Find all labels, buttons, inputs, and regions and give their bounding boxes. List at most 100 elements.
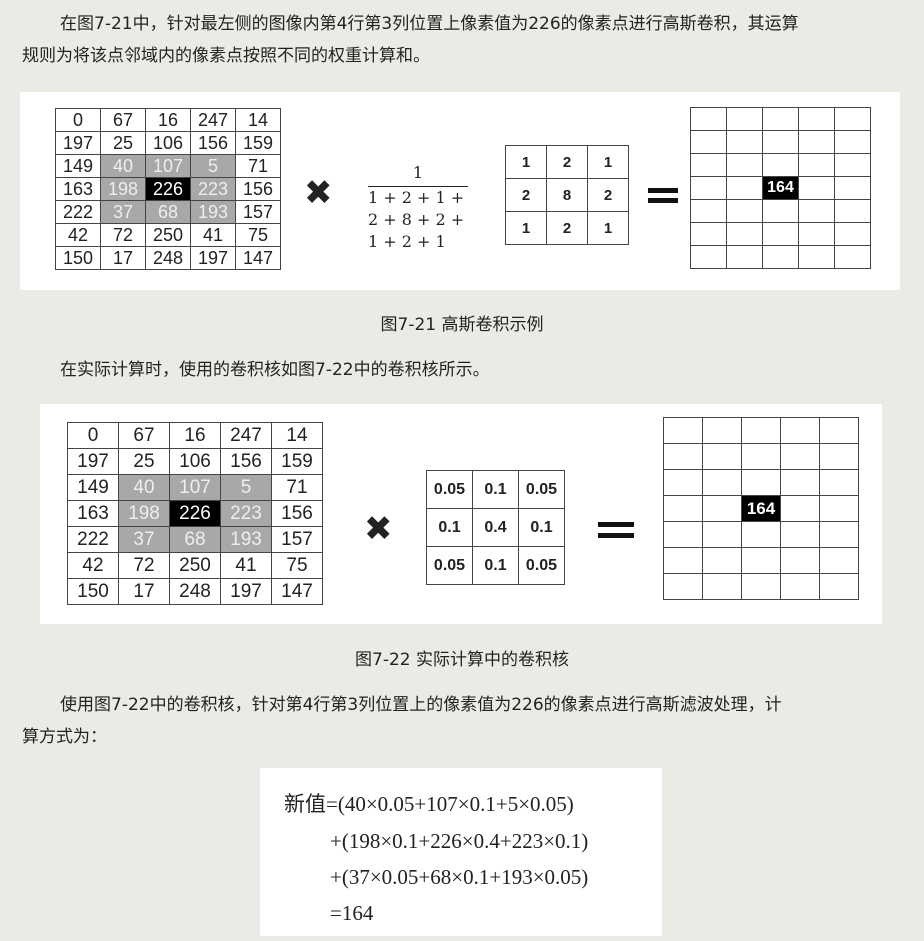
matrix-cell: 156 <box>190 131 236 155</box>
matrix-cell: 250 <box>169 552 221 579</box>
matrix-cell <box>762 245 799 269</box>
figure-1: 0 67 16 247 14 197 25 106 156 159 149 40 107 5 71 163 19… <box>20 92 900 290</box>
output-matrix: 164 <box>663 417 859 600</box>
matrix-cell <box>834 199 871 223</box>
matrix-cell <box>762 107 799 131</box>
fraction-denominator-1: 1 + 2 + 1 + <box>368 188 465 207</box>
matrix-cell <box>702 495 742 522</box>
matrix-row: 282 <box>505 178 629 212</box>
matrix-row: 121 <box>505 145 629 179</box>
matrix-cell <box>780 495 820 522</box>
matrix-cell <box>741 547 781 574</box>
matrix-row: 149 40 107 5 71 <box>55 154 281 178</box>
matrix-cell: 147 <box>271 578 323 605</box>
matrix-row <box>690 245 871 269</box>
matrix-cell: 25 <box>100 131 146 155</box>
matrix-cell <box>663 417 703 444</box>
matrix-cell: 197 <box>55 131 101 155</box>
matrix-cell <box>702 417 742 444</box>
matrix-cell: 41 <box>220 552 272 579</box>
equals-bar-bottom <box>648 198 678 203</box>
matrix-cell: 5 <box>190 154 236 178</box>
matrix-cell: 159 <box>235 131 281 155</box>
matrix-row: 0 67 16 247 14 <box>55 108 281 132</box>
matrix-cell <box>690 199 727 223</box>
matrix-cell: 107 <box>169 474 221 501</box>
matrix-cell: 0 <box>55 108 101 132</box>
matrix-cell: 222 <box>67 526 119 553</box>
formula-line-3: +(37×0.05+68×0.1+193×0.05) <box>330 865 589 889</box>
multiply-icon: ✖ <box>304 173 333 213</box>
normalization-fraction: 1 1 + 2 + 1 + 2 + 8 + 2 + 1 + 2 + 1 <box>368 162 468 253</box>
matrix-cell: 106 <box>145 131 191 155</box>
matrix-cell: 223 <box>220 500 272 527</box>
matrix-row: 197 25 106 156 159 <box>55 131 281 155</box>
fraction-denominator-3: 1 + 2 + 1 <box>368 232 446 251</box>
formula-line-2: +(198×0.1+226×0.4+223×0.1) <box>330 829 589 853</box>
matrix-cell: 75 <box>271 552 323 579</box>
matrix-cell: 150 <box>55 246 101 270</box>
matrix-cell: 1 <box>587 211 629 245</box>
matrix-cell: 247 <box>190 108 236 132</box>
matrix-cell <box>702 521 742 548</box>
matrix-cell <box>834 153 871 177</box>
matrix-cell: 67 <box>100 108 146 132</box>
matrix-cell <box>702 443 742 470</box>
matrix-cell: 0.05 <box>426 546 473 585</box>
matrix-cell: 0.05 <box>518 546 565 585</box>
matrix-cell <box>834 130 871 154</box>
matrix-cell <box>834 245 871 269</box>
matrix-row <box>690 222 871 246</box>
matrix-cell: 0.1 <box>518 508 565 547</box>
matrix-cell: 156 <box>235 177 281 201</box>
matrix-cell: 149 <box>55 154 101 178</box>
matrix-row <box>663 469 859 496</box>
matrix-cell <box>762 153 799 177</box>
matrix-cell <box>663 547 703 574</box>
matrix-cell: 247 <box>220 422 272 449</box>
matrix-row: 222 37 68 193 157 <box>67 526 323 553</box>
image-matrix: 0 67 16 247 14 197 25 106 156 159 149 40 107 5 71 163 19… <box>67 422 323 605</box>
matrix-cell: 75 <box>235 223 281 247</box>
matrix-cell: 1 <box>505 145 547 179</box>
matrix-row: 164 <box>690 176 871 200</box>
matrix-cell: 248 <box>145 246 191 270</box>
matrix-cell: 150 <box>67 578 119 605</box>
matrix-cell <box>798 199 835 223</box>
matrix-cell <box>741 417 781 444</box>
matrix-cell <box>834 222 871 246</box>
matrix-cell <box>762 130 799 154</box>
matrix-cell <box>834 176 871 200</box>
result-cell: 164 <box>762 176 799 200</box>
matrix-cell: 157 <box>235 200 281 224</box>
matrix-cell: 197 <box>220 578 272 605</box>
formula-box: 新值=(40×0.05+107×0.1+5×0.05) +(198×0.1+22… <box>260 768 662 936</box>
matrix-row <box>663 521 859 548</box>
matrix-cell <box>834 107 871 131</box>
equals-bar-top <box>598 522 634 527</box>
matrix-cell: 197 <box>190 246 236 270</box>
figure-2-caption: 图7-22 实际计算中的卷积核 <box>355 650 569 670</box>
matrix-cell <box>819 521 859 548</box>
matrix-cell <box>819 495 859 522</box>
matrix-cell: 68 <box>169 526 221 553</box>
matrix-cell: 250 <box>145 223 191 247</box>
matrix-cell: 68 <box>145 200 191 224</box>
matrix-row <box>663 417 859 444</box>
matrix-cell: 16 <box>145 108 191 132</box>
matrix-cell: 226 <box>145 177 191 201</box>
matrix-row: 0.1 0.4 0.1 <box>426 508 565 547</box>
matrix-cell: 198 <box>118 500 170 527</box>
matrix-row: 149 40 107 5 71 <box>67 474 323 501</box>
result-cell: 164 <box>741 495 781 522</box>
matrix-cell: 157 <box>271 526 323 553</box>
matrix-cell: 5 <box>220 474 272 501</box>
matrix-cell: 106 <box>169 448 221 475</box>
matrix-cell: 37 <box>100 200 146 224</box>
matrix-cell: 25 <box>118 448 170 475</box>
matrix-cell <box>726 130 763 154</box>
matrix-cell: 107 <box>145 154 191 178</box>
matrix-cell <box>663 443 703 470</box>
figure-2: 0 67 16 247 14 197 25 106 156 159 149 40 107 5 71 163 19… <box>40 404 882 624</box>
matrix-cell: 159 <box>271 448 323 475</box>
